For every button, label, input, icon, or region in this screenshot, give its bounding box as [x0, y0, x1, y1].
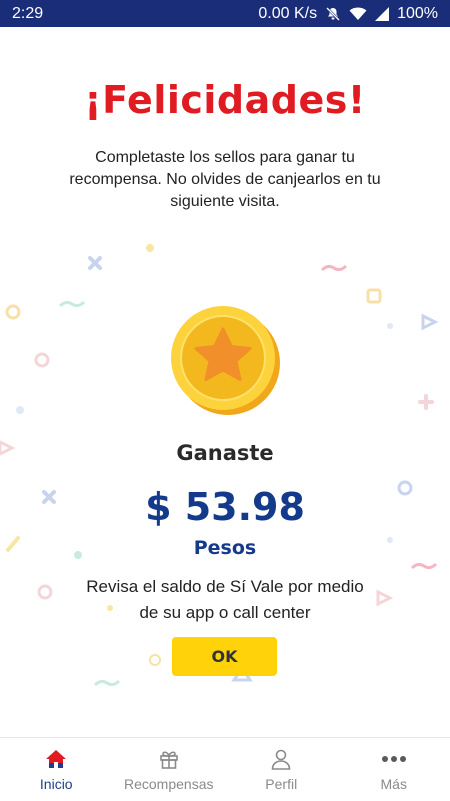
nav-item-mas[interactable]: Más	[338, 738, 450, 801]
won-label: Ganaste	[0, 441, 450, 465]
nav-label-recompensas: Recompensas	[124, 776, 214, 792]
bottom-nav: Inicio Recompensas Perfil	[0, 737, 450, 801]
more-icon	[380, 748, 408, 770]
nav-item-recompensas[interactable]: Recompensas	[113, 738, 226, 801]
battery-percent: 100%	[397, 5, 438, 23]
page-title: ¡Felicidades!	[0, 78, 450, 122]
wifi-icon	[349, 6, 367, 21]
status-bar: 2:29 0.00 K/s 100%	[0, 0, 450, 27]
gift-icon	[158, 748, 180, 770]
currency-label: Pesos	[0, 537, 450, 559]
status-indicators: 0.00 K/s 100%	[258, 5, 438, 23]
reward-message: Completaste los sellos para ganar tu rec…	[60, 147, 390, 213]
signal-icon	[375, 7, 389, 21]
nav-label-mas: Más	[381, 776, 407, 792]
status-time: 2:29	[12, 5, 43, 23]
nav-item-inicio[interactable]: Inicio	[0, 738, 113, 801]
ok-button[interactable]: OK	[172, 637, 277, 676]
reward-amount: $ 53.98	[0, 485, 450, 529]
nav-label-inicio: Inicio	[40, 776, 73, 792]
nav-item-perfil[interactable]: Perfil	[225, 738, 338, 801]
network-speed: 0.00 K/s	[258, 5, 317, 23]
home-icon	[45, 748, 67, 770]
user-icon	[270, 748, 292, 770]
star-coin-icon	[168, 303, 282, 417]
balance-note: Revisa el saldo de Sí Vale por medio de …	[80, 574, 370, 626]
mute-icon	[325, 6, 341, 22]
nav-label-perfil: Perfil	[265, 776, 297, 792]
